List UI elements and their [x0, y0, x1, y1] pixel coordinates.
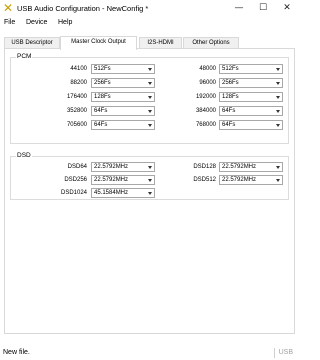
menu-device[interactable]: Device — [26, 19, 47, 26]
chevron-down-icon — [148, 124, 152, 127]
pcm-select-value: 64Fs — [222, 108, 236, 114]
dsd-label: DSD256 — [64, 177, 87, 183]
status-text: New file. — [3, 349, 30, 356]
pcm-select[interactable]: 512Fs — [91, 64, 155, 74]
pcm-select-value: 512Fs — [222, 66, 239, 72]
pcm-label: 176400 — [66, 94, 87, 100]
dsd-select[interactable]: 22.5792MHz — [91, 175, 155, 185]
pcm-select-value: 64Fs — [222, 122, 236, 128]
title-bar: ✕ USB Audio Configuration - NewConfig * … — [0, 0, 299, 17]
pcm-label: 48000 — [199, 66, 216, 72]
dsd-group-title: DSD — [16, 152, 32, 160]
chevron-down-icon — [276, 166, 280, 169]
dsd-select[interactable]: 45.1584MHz — [91, 188, 155, 198]
status-bar: New file. USB — [0, 346, 299, 360]
tab-panel: PCM 44100 512Fs 48000 512Fs 88200 256Fs … — [4, 48, 295, 334]
chevron-down-icon — [148, 192, 152, 195]
chevron-down-icon — [276, 96, 280, 99]
chevron-down-icon — [276, 82, 280, 85]
dsd-select-value: 22.5792MHz — [94, 164, 129, 170]
chevron-down-icon — [276, 110, 280, 113]
dsd-label: DSD128 — [193, 164, 216, 170]
pcm-label: 96000 — [199, 80, 216, 86]
pcm-select[interactable]: 256Fs — [219, 78, 283, 88]
pcm-label: 384000 — [195, 108, 216, 114]
window-title: USB Audio Configuration - NewConfig * — [17, 4, 149, 13]
pcm-group-title: PCM — [16, 53, 33, 61]
pcm-select-value: 512Fs — [94, 66, 111, 72]
dsd-label: DSD1024 — [60, 190, 87, 196]
usb-status-indicator: USB — [278, 349, 293, 356]
menu-bar: File Device Help — [0, 17, 299, 30]
minimize-button[interactable]: — — [227, 0, 251, 17]
dsd-select[interactable]: 22.5792MHz — [219, 162, 283, 172]
dsd-label: DSD64 — [67, 164, 87, 170]
pcm-select-value: 256Fs — [222, 80, 239, 86]
dsd-select[interactable]: 22.5792MHz — [219, 175, 283, 185]
pcm-select-value: 256Fs — [94, 80, 111, 86]
chevron-down-icon — [148, 82, 152, 85]
pcm-select[interactable]: 256Fs — [91, 78, 155, 88]
chevron-down-icon — [148, 68, 152, 71]
pcm-label: 768000 — [195, 122, 216, 128]
chevron-down-icon — [148, 96, 152, 99]
pcm-select-value: 64Fs — [94, 122, 108, 128]
chevron-down-icon — [276, 68, 280, 71]
pcm-select-value: 64Fs — [94, 108, 108, 114]
chevron-down-icon — [276, 124, 280, 127]
maximize-button[interactable]: ☐ — [251, 0, 275, 17]
dsd-select-value: 45.1584MHz — [94, 190, 129, 196]
pcm-select-value: 128Fs — [94, 94, 111, 100]
chevron-down-icon — [148, 166, 152, 169]
pcm-select[interactable]: 64Fs — [219, 106, 283, 116]
pcm-select-value: 128Fs — [222, 94, 239, 100]
dsd-select[interactable]: 22.5792MHz — [91, 162, 155, 172]
pcm-select[interactable]: 64Fs — [219, 120, 283, 130]
tab-master-clock-output[interactable]: Master Clock Output — [60, 36, 137, 50]
dsd-select-value: 22.5792MHz — [94, 177, 129, 183]
status-divider — [274, 348, 275, 358]
pcm-select[interactable]: 64Fs — [91, 106, 155, 116]
pcm-select[interactable]: 128Fs — [219, 92, 283, 102]
pcm-label: 44100 — [70, 66, 87, 72]
pcm-label: 352800 — [66, 108, 87, 114]
chevron-down-icon — [148, 179, 152, 182]
chevron-down-icon — [148, 110, 152, 113]
dsd-label: DSD512 — [193, 177, 216, 183]
close-button[interactable]: ✕ — [275, 0, 299, 17]
menu-help[interactable]: Help — [58, 19, 72, 26]
menu-file[interactable]: File — [4, 19, 15, 26]
dsd-select-value: 22.5792MHz — [222, 177, 257, 183]
pcm-select[interactable]: 64Fs — [91, 120, 155, 130]
pcm-label: 192000 — [195, 94, 216, 100]
dsd-group: DSD DSD64 22.5792MHz DSD128 22.5792MHz D… — [10, 152, 289, 200]
pcm-select[interactable]: 128Fs — [91, 92, 155, 102]
x-logo-icon: ✕ — [3, 1, 14, 15]
dsd-select-value: 22.5792MHz — [222, 164, 257, 170]
pcm-select[interactable]: 512Fs — [219, 64, 283, 74]
pcm-group: PCM 44100 512Fs 48000 512Fs 88200 256Fs … — [10, 53, 289, 144]
pcm-label: 705600 — [66, 122, 87, 128]
pcm-label: 88200 — [70, 80, 87, 86]
chevron-down-icon — [276, 179, 280, 182]
